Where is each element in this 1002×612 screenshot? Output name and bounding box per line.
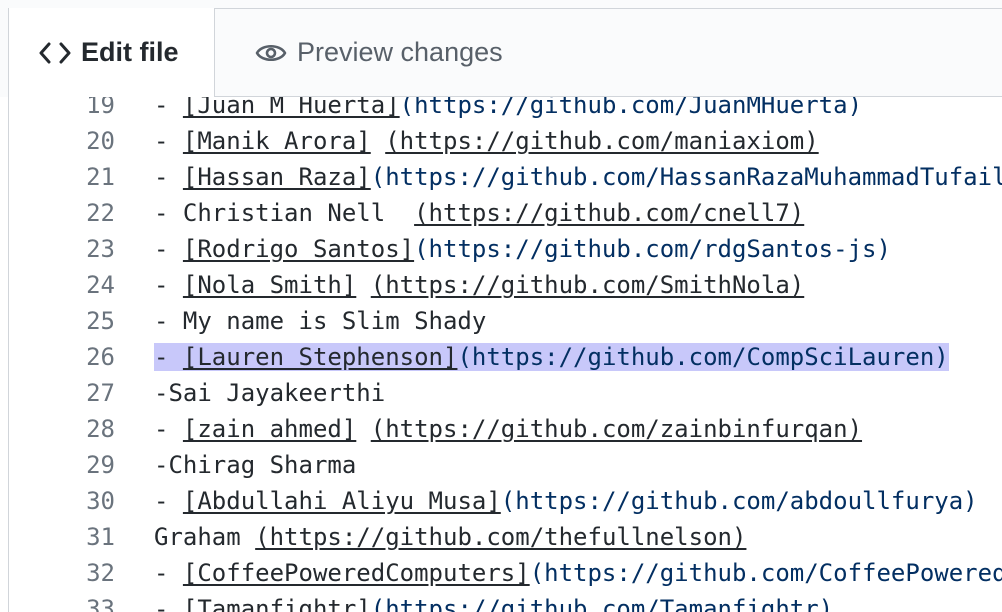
line-link: [Manik Arora] <box>182 127 371 155</box>
line-url: (https://github.com/abdoullfurya) <box>500 487 978 515</box>
line-number: 27 <box>86 379 115 407</box>
tab-edit-file[interactable]: Edit file <box>9 8 215 97</box>
code-line[interactable]: 33 - [Tamanfightr](https://github.com/Tam… <box>9 591 1002 612</box>
line-content: - [Nola Smith] (https://github.com/Smith… <box>154 271 804 299</box>
line-link: [Lauren Stephenson] <box>182 343 458 371</box>
line-url: (https://github.com/SmithNola) <box>370 271 805 299</box>
code-line[interactable]: 27 -Sai Jayakeerthi <box>9 375 1002 411</box>
line-pre: - <box>154 595 183 612</box>
line-number: 22 <box>86 199 115 227</box>
line-pre: - <box>154 271 183 299</box>
line-mid <box>356 415 370 443</box>
line-url: (https://github.com/CompSciLauren) <box>457 343 949 371</box>
line-number: 26 <box>86 343 115 371</box>
code-line[interactable]: 26 - [Lauren Stephenson](https://github.c… <box>9 339 1002 375</box>
code-lines: 19 - [Juan M Huerta](https://github.com/J… <box>9 97 1002 612</box>
code-line[interactable]: 21 - [Hassan Raza](https://github.com/Has… <box>9 159 1002 195</box>
line-pre: -Chirag Sharma <box>154 451 357 479</box>
line-pre: - <box>154 127 183 155</box>
line-number: 23 <box>86 235 115 263</box>
line-content: - [Rodrigo Santos](https://github.com/rd… <box>154 235 891 263</box>
line-url: (https://github.com/maniaxiom) <box>385 127 819 155</box>
tab-edit-file-label: Edit file <box>81 37 179 67</box>
line-content: - [CoffeePoweredComputers](https://githu… <box>154 559 1002 587</box>
line-content: - [Abdullahi Aliyu Musa](https://github.… <box>154 487 978 515</box>
line-url: (https://github.com/Tamanfightr) <box>370 595 834 612</box>
line-link: [zain ahmed] <box>182 415 357 443</box>
line-content: - [Lauren Stephenson](https://github.com… <box>154 343 949 371</box>
line-content: - [Juan M Huerta](https://github.com/Jua… <box>154 97 862 119</box>
code-line[interactable]: 31 Graham (https://github.com/thefullnels… <box>9 519 1002 555</box>
tab-preview-changes[interactable]: Preview changes <box>215 8 535 97</box>
line-content: - [zain ahmed] (https://github.com/zainb… <box>154 415 862 443</box>
line-pre: - <box>154 163 183 191</box>
code-line[interactable]: 29 -Chirag Sharma <box>9 447 1002 483</box>
line-content: - My name is Slim Shady <box>154 307 486 335</box>
file-editor: Edit file Preview changes 19 - [Juan M Hu… <box>0 0 1002 612</box>
line-mid <box>356 271 370 299</box>
line-number: 28 <box>86 415 115 443</box>
line-content: -Sai Jayakeerthi <box>154 379 385 407</box>
code-icon <box>39 42 71 64</box>
line-link: [Nola Smith] <box>182 271 357 299</box>
line-pre: - <box>154 343 183 371</box>
line-link: [Juan M Huerta] <box>182 97 400 119</box>
code-line[interactable]: 20 - [Manik Arora] (https://github.com/ma… <box>9 123 1002 159</box>
code-line[interactable]: 19 - [Juan M Huerta](https://github.com/J… <box>9 97 1002 123</box>
line-url: (https://github.com/rdgSantos-js) <box>414 235 891 263</box>
line-url: (https://github.com/JuanMHuerta) <box>399 97 863 119</box>
line-pre: - Christian Nell <box>154 199 415 227</box>
line-number: 20 <box>86 127 115 155</box>
line-number: 31 <box>86 523 115 551</box>
eye-icon <box>255 41 287 65</box>
line-url: (https://github.com/CoffeePoweredCompute… <box>529 559 1002 587</box>
code-line[interactable]: 24 - [Nola Smith] (https://github.com/Smi… <box>9 267 1002 303</box>
code-line[interactable]: 28 - [zain ahmed] (https://github.com/zai… <box>9 411 1002 447</box>
code-line[interactable]: 25 - My name is Slim Shady <box>9 303 1002 339</box>
line-number: 33 <box>86 595 115 612</box>
line-pre: - <box>154 487 183 515</box>
line-pre: - <box>154 559 183 587</box>
line-url: (https://github.com/HassanRazaMuhammadTu… <box>370 163 1002 191</box>
line-link: [Hassan Raza] <box>182 163 371 191</box>
line-number: 19 <box>86 97 115 119</box>
line-number: 32 <box>86 559 115 587</box>
line-content: - [Manik Arora] (https://github.com/mani… <box>154 127 819 155</box>
line-number: 24 <box>86 271 115 299</box>
line-mid <box>371 127 385 155</box>
line-link: [Tamanfightr] <box>182 595 371 612</box>
line-content: - [Hassan Raza](https://github.com/Hassa… <box>154 163 1002 191</box>
line-content: -Chirag Sharma <box>154 451 356 479</box>
line-number: 29 <box>86 451 115 479</box>
line-number: 30 <box>86 487 115 515</box>
line-pre: -Sai Jayakeerthi <box>154 379 386 407</box>
line-number: 21 <box>86 163 115 191</box>
code-line[interactable]: 22 - Christian Nell (https://github.com/c… <box>9 195 1002 231</box>
tab-preview-changes-label: Preview changes <box>297 37 503 67</box>
line-url: (https://github.com/zainbinfurqan) <box>370 415 863 443</box>
line-pre: - My name is Slim Shady <box>154 307 487 335</box>
line-pre: - <box>154 235 183 263</box>
line-content: Graham (https://github.com/thefullnelson… <box>154 523 746 551</box>
line-content: - Christian Nell (https://github.com/cne… <box>154 199 804 227</box>
code-line[interactable]: 32 - [CoffeePoweredComputers](https://git… <box>9 555 1002 591</box>
line-content: - [Tamanfightr](https://github.com/Taman… <box>154 595 833 612</box>
line-pre: - <box>154 415 183 443</box>
code-line[interactable]: 30 - [Abdullahi Aliyu Musa](https://githu… <box>9 483 1002 519</box>
code-editor[interactable]: 19 - [Juan M Huerta](https://github.com/J… <box>9 97 1002 612</box>
line-pre: - <box>154 97 183 119</box>
line-url: (https://github.com/thefullnelson) <box>255 523 747 551</box>
line-link: [Abdullahi Aliyu Musa] <box>182 487 501 515</box>
line-link: [CoffeePoweredComputers] <box>182 559 530 587</box>
line-pre: Graham <box>154 523 256 551</box>
code-line[interactable]: 23 - [Rodrigo Santos](https://github.com/… <box>9 231 1002 267</box>
line-link: [Rodrigo Santos] <box>182 235 415 263</box>
line-url: (https://github.com/cnell7) <box>414 199 805 227</box>
line-number: 25 <box>86 307 115 335</box>
